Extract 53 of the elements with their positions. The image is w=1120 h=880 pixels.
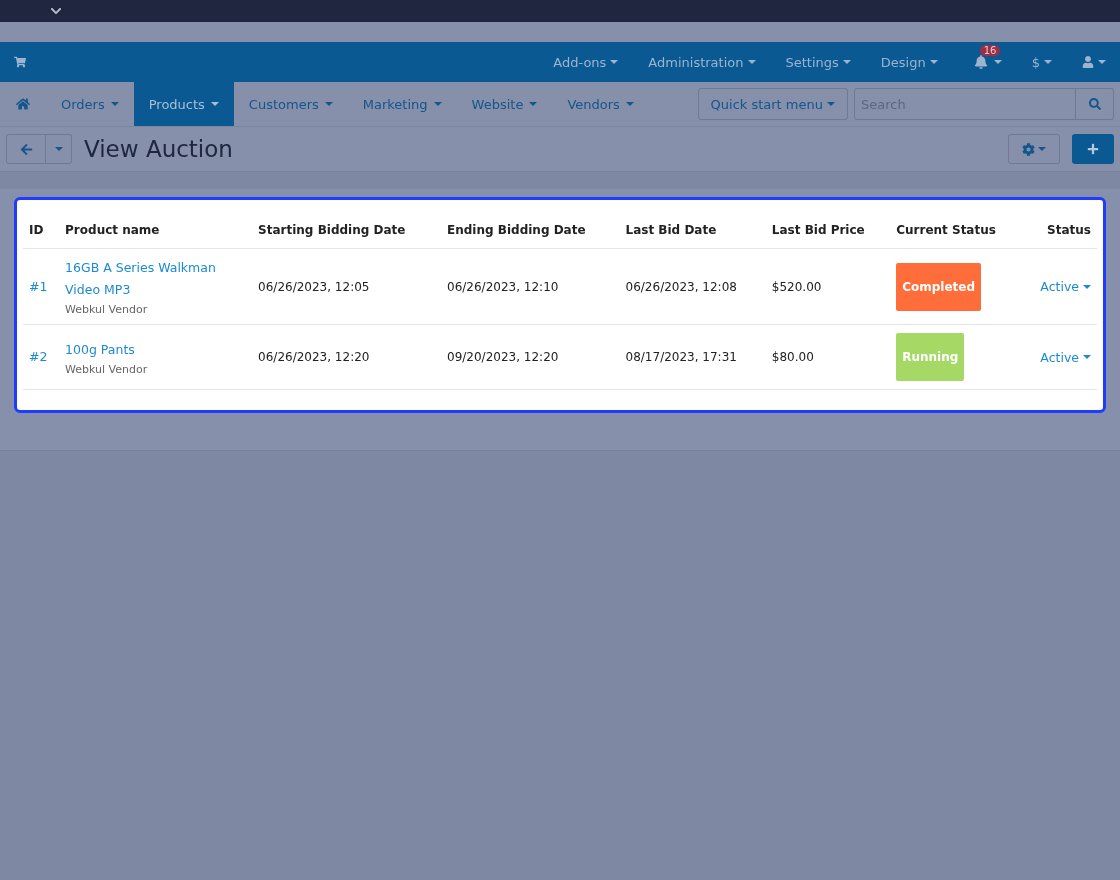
settings-button[interactable] bbox=[1008, 134, 1060, 164]
table-cell: 06/26/2023, 12:08 bbox=[625, 279, 737, 294]
product-link[interactable]: 100g Pants bbox=[65, 338, 247, 361]
column-header: Current Status bbox=[890, 212, 1023, 249]
vendor-name: Webkul Vendor bbox=[65, 362, 149, 376]
add-button[interactable] bbox=[1072, 134, 1114, 164]
chevron-down-icon[interactable] bbox=[50, 5, 62, 17]
product-link[interactable]: Video MP3 bbox=[65, 279, 247, 301]
column-header: Product name bbox=[59, 212, 253, 249]
column-header: Starting Bidding Date bbox=[252, 212, 442, 249]
vendor-name: Webkul Vendor bbox=[65, 303, 149, 316]
id-link[interactable]: #1 bbox=[29, 275, 54, 298]
column-header: Last Bid Price bbox=[765, 212, 891, 249]
status-badge: Completed bbox=[896, 262, 982, 311]
nav-tab[interactable]: Website bbox=[456, 82, 553, 126]
product-link[interactable]: 16GB A Series Walkman bbox=[65, 257, 247, 279]
nav-tab[interactable]: Vendors bbox=[552, 82, 649, 126]
id-link[interactable]: #2 bbox=[29, 346, 54, 368]
status-dropdown[interactable]: Active bbox=[1040, 349, 1091, 365]
column-header: ID bbox=[23, 212, 60, 249]
back-button[interactable] bbox=[6, 134, 46, 164]
nav-tab[interactable]: Orders bbox=[46, 82, 134, 126]
notification-count: 16 bbox=[979, 45, 1001, 56]
nav-tab[interactable]: Products bbox=[133, 82, 234, 126]
status-dropdown[interactable]: Active bbox=[1040, 279, 1091, 294]
gear-icon bbox=[1022, 142, 1035, 156]
header-menu[interactable]: Design bbox=[880, 54, 938, 70]
status-badge: Running bbox=[896, 333, 965, 381]
table-cell: 08/17/2023, 17:31 bbox=[625, 350, 737, 364]
quick-start-button[interactable]: Quick start menu bbox=[697, 88, 848, 120]
table-cell: 06/26/2023, 12:10 bbox=[447, 279, 559, 294]
table-cell: 06/26/2023, 12:20 bbox=[258, 350, 370, 364]
nav-tab[interactable]: Customers bbox=[233, 82, 348, 126]
cart-icon[interactable] bbox=[14, 56, 26, 68]
nav-tab[interactable]: Marketing bbox=[347, 82, 457, 126]
column-header: Last Bid Date bbox=[619, 212, 766, 249]
table-cell: 09/20/2023, 12:20 bbox=[447, 350, 559, 364]
bell-icon[interactable] bbox=[973, 55, 988, 69]
table-cell: $80.00 bbox=[771, 350, 814, 364]
header-menu[interactable]: Settings bbox=[785, 54, 851, 70]
column-header: Status bbox=[1022, 212, 1097, 249]
page-title: View Auction bbox=[84, 136, 234, 162]
column-header: Ending Bidding Date bbox=[441, 212, 620, 249]
user-menu[interactable] bbox=[1082, 56, 1106, 68]
arrow-left-icon bbox=[19, 142, 33, 156]
header-menu[interactable]: Administration bbox=[648, 54, 756, 70]
header-menu[interactable]: Add-ons bbox=[553, 54, 619, 70]
table-cell: 06/26/2023, 12:05 bbox=[258, 279, 370, 294]
search-icon bbox=[1088, 98, 1101, 110]
plus-icon bbox=[1087, 143, 1099, 155]
search-button[interactable] bbox=[1076, 88, 1114, 120]
table-cell: $520.00 bbox=[771, 279, 822, 294]
currency-menu[interactable]: $ bbox=[1031, 54, 1052, 70]
